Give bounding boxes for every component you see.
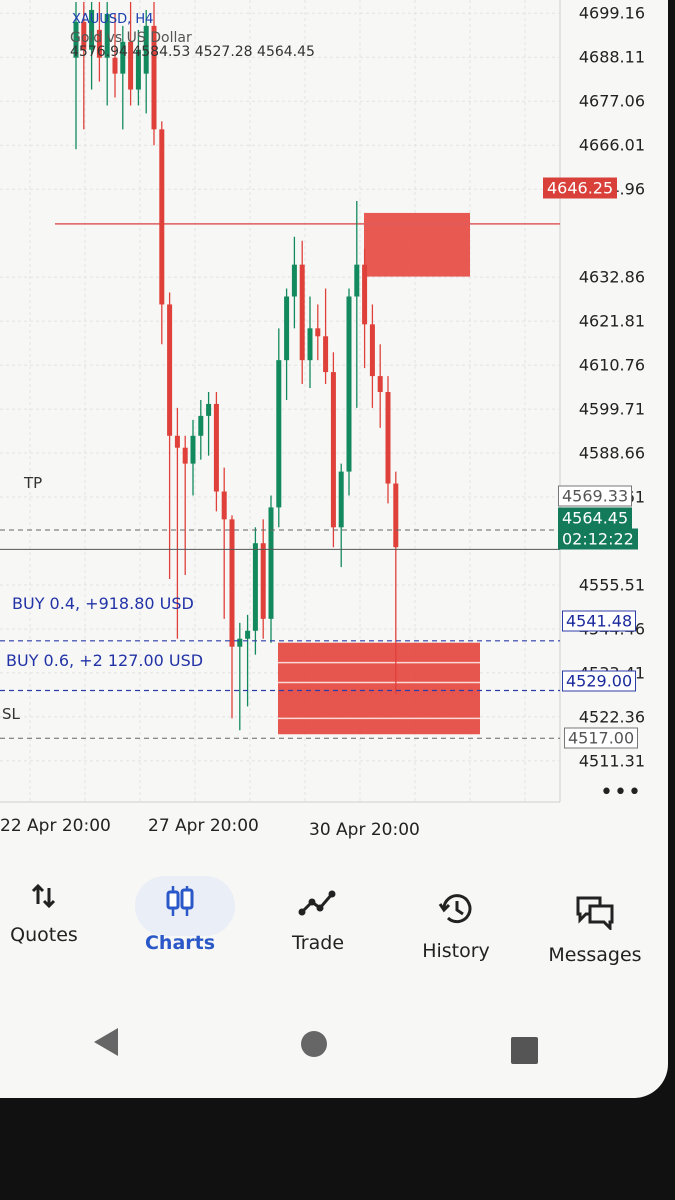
candle-body xyxy=(260,543,266,619)
candle-body xyxy=(167,304,173,436)
candle-body xyxy=(213,403,219,492)
sort-arrows-icon xyxy=(31,883,56,909)
candle-body xyxy=(245,630,251,639)
candle-body xyxy=(237,638,243,647)
messages-icon xyxy=(576,896,614,930)
candle-body xyxy=(229,519,235,647)
candle-body xyxy=(346,296,352,472)
tab-messages[interactable]: Messages xyxy=(542,894,648,966)
order-price-box-2[interactable]: 4529.00 xyxy=(562,670,637,692)
price-tick-label: 4621.81 xyxy=(578,311,645,331)
price-tick-label: 4599.71 xyxy=(578,399,645,419)
candle-body xyxy=(268,507,274,619)
price-tick-label: 4555.51 xyxy=(578,575,645,595)
candle-body xyxy=(112,57,118,74)
candle-body xyxy=(206,403,212,416)
tab-charts[interactable]: Charts xyxy=(140,884,220,954)
supply-zone xyxy=(364,212,470,277)
price-tick-label: 4522.36 xyxy=(578,707,645,727)
tab-trade[interactable]: Trade xyxy=(278,888,358,954)
candle-body xyxy=(323,336,329,373)
candle-body xyxy=(354,264,360,297)
sl-price-box[interactable]: 4517.00 xyxy=(564,727,639,749)
tab-history[interactable]: History xyxy=(414,892,498,962)
order-label-2[interactable]: BUY 0.6, +2 127.00 USD xyxy=(6,651,203,670)
candle-body xyxy=(284,296,290,361)
candle-body xyxy=(198,415,204,436)
candle-body xyxy=(385,392,391,484)
candle-body xyxy=(369,324,375,377)
order-label-1[interactable]: BUY 0.4, +918.80 USD xyxy=(12,594,194,613)
price-tick-label: 4610.76 xyxy=(578,355,645,375)
home-icon[interactable] xyxy=(301,1031,327,1057)
tp-line-label: TP xyxy=(24,474,43,492)
candles-icon xyxy=(166,886,194,916)
system-navigation-bar xyxy=(0,1010,668,1080)
tab-quotes-label: Quotes xyxy=(10,924,78,946)
price-tick-label: 4511.31 xyxy=(578,751,645,771)
order-price-box-1[interactable]: 4541.48 xyxy=(562,610,637,632)
candle-body xyxy=(299,264,305,361)
tab-messages-label: Messages xyxy=(548,944,642,966)
tab-trade-label: Trade xyxy=(291,932,345,954)
candle-body xyxy=(252,543,258,631)
tab-charts-label: Charts xyxy=(144,932,216,954)
app-screen: XAUUSD, H4 Gold vs US Dollar 4576.94 458… xyxy=(0,0,668,1098)
candle-body xyxy=(362,264,368,325)
candle-body xyxy=(393,483,399,548)
candle-body xyxy=(291,264,297,297)
candle-body xyxy=(307,328,313,361)
candle-body xyxy=(330,372,336,528)
time-tick-1: 22 Apr 20:00 xyxy=(0,816,111,836)
candle-body xyxy=(276,360,282,508)
current-price-box: 4564.45 xyxy=(558,507,633,529)
candle-body xyxy=(315,328,321,337)
tab-history-label: History xyxy=(422,940,490,962)
price-tick-label: 4666.01 xyxy=(578,135,645,155)
price-tick-label: 4632.86 xyxy=(578,267,645,287)
candle-body xyxy=(182,447,188,464)
candle-body xyxy=(159,129,165,305)
alert-price-box[interactable]: 4646.25 xyxy=(543,177,618,199)
tab-quotes[interactable]: Quotes xyxy=(4,882,84,946)
back-icon[interactable] xyxy=(94,1028,118,1056)
candle-body xyxy=(221,491,227,520)
price-tick-label: 4588.66 xyxy=(578,443,645,463)
price-tick-label: 4677.06 xyxy=(578,91,645,111)
bottom-navigation: Quotes Charts Trade History Messages xyxy=(0,870,668,1000)
history-icon xyxy=(438,894,472,924)
price-tick-label: 4699.16 xyxy=(578,3,645,23)
demand-zone xyxy=(278,642,480,735)
sl-line-label: SL xyxy=(2,705,20,723)
ohlc-values: 4576.94 4584.53 4527.28 4564.45 xyxy=(70,44,315,60)
price-chart[interactable]: XAUUSD, H4 Gold vs US Dollar 4576.94 458… xyxy=(0,0,668,860)
recents-icon[interactable] xyxy=(511,1037,538,1064)
candle-body xyxy=(190,435,196,464)
candle-body xyxy=(377,376,383,392)
more-options-button[interactable]: ••• xyxy=(600,780,642,805)
time-tick-3: 30 Apr 20:00 xyxy=(309,820,420,840)
time-tick-2: 27 Apr 20:00 xyxy=(148,816,259,836)
candle-body xyxy=(338,471,344,528)
price-tick-label: 4688.11 xyxy=(578,47,645,67)
trade-line-icon xyxy=(298,890,336,916)
countdown-box: 02:12:22 xyxy=(558,528,638,550)
symbol-title: XAUUSD, H4 xyxy=(72,12,154,27)
candle-body xyxy=(174,435,180,448)
tp-price-box[interactable]: 4569.33 xyxy=(558,485,633,507)
